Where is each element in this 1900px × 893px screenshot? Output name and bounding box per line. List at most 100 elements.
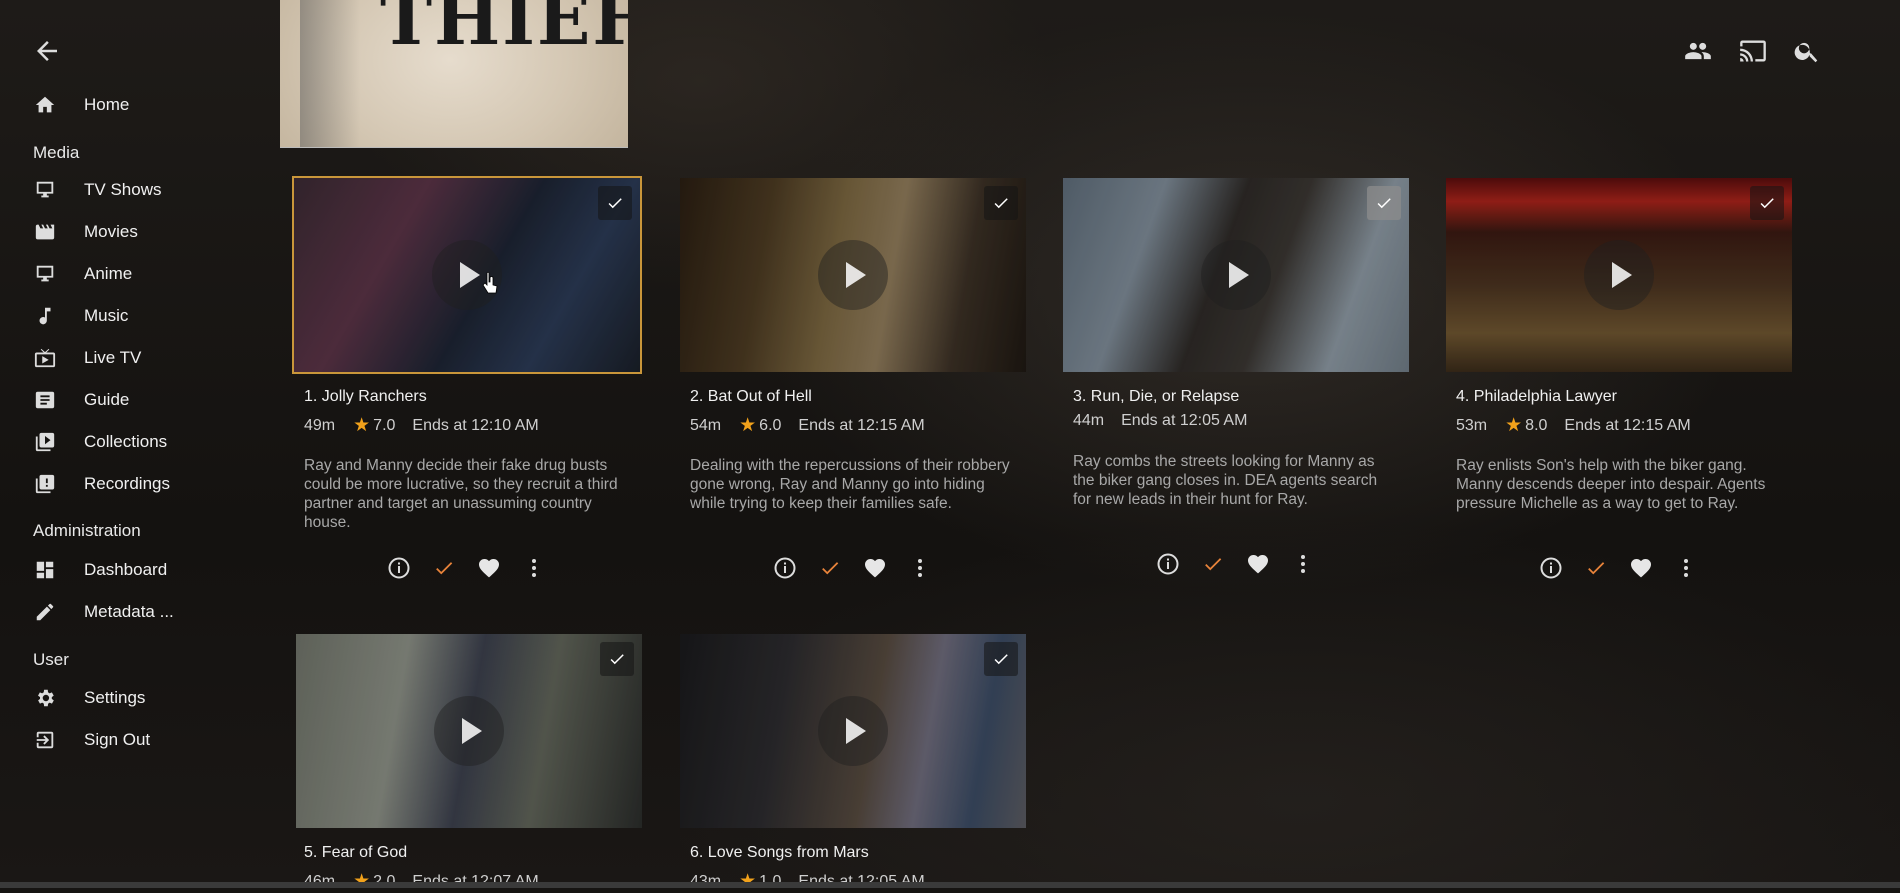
played-check-icon[interactable] — [1198, 549, 1228, 579]
episode-meta: 53m ★ 8.0 Ends at 12:15 AM — [1456, 414, 1691, 437]
bottom-border — [0, 882, 1900, 888]
section-header-media: Media — [33, 143, 80, 162]
episode-description: Ray combs the streets looking for Manny … — [1073, 453, 1378, 508]
episode-actions — [770, 553, 950, 583]
gear-icon — [30, 683, 60, 713]
episode-title[interactable]: 5. Fear of God — [304, 844, 407, 862]
episode-title[interactable]: 4. Philadelphia Lawyer — [1456, 388, 1617, 406]
played-check-icon[interactable] — [429, 553, 459, 583]
collections-icon — [30, 427, 60, 457]
played-check-icon[interactable] — [815, 553, 845, 583]
episode-title[interactable]: 3. Run, Die, or Relapse — [1073, 388, 1239, 406]
sidebar-item-live-tv[interactable]: Live TV — [30, 340, 141, 376]
rating: 7.0 — [373, 416, 396, 434]
play-icon[interactable] — [818, 696, 888, 766]
watched-check-icon[interactable] — [1367, 186, 1401, 220]
episode-meta: 44m Ends at 12:05 AM — [1073, 412, 1247, 430]
section-header-user: User — [33, 650, 69, 669]
favorite-heart-icon[interactable] — [860, 553, 890, 583]
more-options-icon[interactable] — [519, 553, 549, 583]
sidebar-item-anime[interactable]: Anime — [30, 256, 132, 292]
episode-actions — [1153, 549, 1333, 579]
play-icon[interactable] — [818, 240, 888, 310]
home-icon — [30, 90, 60, 120]
episode-card: 6. Love Songs from Mars 43m ★ 1.0 Ends a… — [678, 632, 1036, 892]
end-time: Ends at 12:15 AM — [798, 416, 925, 434]
episode-thumbnail[interactable] — [678, 176, 1028, 374]
music-note-icon — [30, 301, 60, 331]
episode-description: Dealing with the repercussions of their … — [690, 457, 1010, 512]
star-icon: ★ — [353, 415, 371, 436]
watched-check-icon[interactable] — [984, 642, 1018, 676]
episode-description: Ray enlists Son's help with the biker ga… — [1456, 457, 1766, 512]
episode-thumbnail[interactable] — [292, 176, 642, 374]
end-time: Ends at 12:05 AM — [1121, 412, 1248, 429]
sidebar-item-dashboard[interactable]: Dashboard — [30, 552, 167, 588]
sidebar-item-music[interactable]: Music — [30, 298, 128, 334]
watched-check-icon[interactable] — [598, 186, 632, 220]
watched-check-icon[interactable] — [600, 642, 634, 676]
cast-icon[interactable] — [1738, 36, 1768, 66]
sidebar-item-guide[interactable]: Guide — [30, 382, 129, 418]
duration: 54m — [690, 416, 722, 434]
play-icon[interactable] — [434, 696, 504, 766]
sidebar-item-label: Movies — [84, 222, 138, 241]
episode-meta: 54m ★ 6.0 Ends at 12:15 AM — [690, 414, 925, 437]
section-header-administration: Administration — [33, 521, 141, 540]
sidebar-item-label: Live TV — [84, 348, 142, 367]
sidebar-item-movies[interactable]: Movies — [30, 214, 138, 250]
sidebar-item-label: Metadata ... — [84, 602, 174, 621]
poster-title-text: THIEF — [380, 0, 628, 61]
search-icon[interactable] — [1792, 36, 1822, 66]
played-check-icon[interactable] — [1581, 553, 1611, 583]
play-icon[interactable] — [1201, 240, 1271, 310]
sign-out-icon — [30, 725, 60, 755]
info-icon[interactable] — [384, 553, 414, 583]
episode-title[interactable]: 1. Jolly Ranchers — [304, 388, 427, 406]
play-icon[interactable] — [1584, 240, 1654, 310]
season-poster: THIEF — [280, 0, 628, 148]
more-options-icon[interactable] — [1288, 549, 1318, 579]
favorite-heart-icon[interactable] — [1243, 549, 1273, 579]
episode-title[interactable]: 2. Bat Out of Hell — [690, 388, 812, 406]
sidebar-item-label: Sign Out — [84, 730, 151, 749]
sync-play-icon[interactable] — [1683, 36, 1713, 66]
sidebar-item-metadata[interactable]: Metadata ... — [30, 594, 174, 630]
episode-card: 4. Philadelphia Lawyer 53m ★ 8.0 Ends at… — [1444, 176, 1802, 579]
info-icon[interactable] — [1536, 553, 1566, 583]
episode-card: 3. Run, Die, or Relapse 44m Ends at 12:0… — [1061, 176, 1419, 575]
more-options-icon[interactable] — [1671, 553, 1701, 583]
sidebar-item-tv-shows[interactable]: TV Shows — [30, 172, 161, 208]
sidebar-item-home[interactable]: Home — [30, 87, 129, 123]
star-icon: ★ — [1505, 415, 1523, 436]
sidebar-item-sign-out[interactable]: Sign Out — [30, 722, 150, 758]
episode-thumbnail[interactable] — [678, 632, 1028, 830]
episode-title[interactable]: 6. Love Songs from Mars — [690, 844, 869, 862]
episode-meta: 49m ★ 7.0 Ends at 12:10 AM — [304, 414, 539, 437]
star-icon: ★ — [739, 415, 757, 436]
favorite-heart-icon[interactable] — [474, 553, 504, 583]
episode-thumbnail[interactable] — [294, 632, 644, 830]
episode-card: 5. Fear of God 46m ★ 2.0 Ends at 12:07 A… — [294, 632, 652, 892]
rating: 8.0 — [1525, 416, 1548, 434]
sidebar-item-collections[interactable]: Collections — [30, 424, 167, 460]
sidebar-item-label: Guide — [84, 390, 130, 409]
episode-thumbnail[interactable] — [1061, 176, 1411, 374]
sidebar-item-settings[interactable]: Settings — [30, 680, 145, 716]
info-icon[interactable] — [770, 553, 800, 583]
sidebar-item-label: Collections — [84, 432, 168, 451]
end-time: Ends at 12:15 AM — [1564, 416, 1691, 434]
info-icon[interactable] — [1153, 549, 1183, 579]
sidebar-item-label: Recordings — [84, 474, 170, 493]
more-options-icon[interactable] — [905, 553, 935, 583]
episode-thumbnail[interactable] — [1444, 176, 1794, 374]
tv-icon — [30, 259, 60, 289]
favorite-heart-icon[interactable] — [1626, 553, 1656, 583]
tv-icon — [30, 175, 60, 205]
watched-check-icon[interactable] — [1750, 186, 1784, 220]
watched-check-icon[interactable] — [984, 186, 1018, 220]
sidebar-item-recordings[interactable]: Recordings — [30, 466, 170, 502]
sidebar-item-label: Music — [84, 306, 129, 325]
episode-card: 2. Bat Out of Hell 54m ★ 6.0 Ends at 12:… — [678, 176, 1036, 579]
back-arrow-icon[interactable] — [32, 36, 62, 66]
